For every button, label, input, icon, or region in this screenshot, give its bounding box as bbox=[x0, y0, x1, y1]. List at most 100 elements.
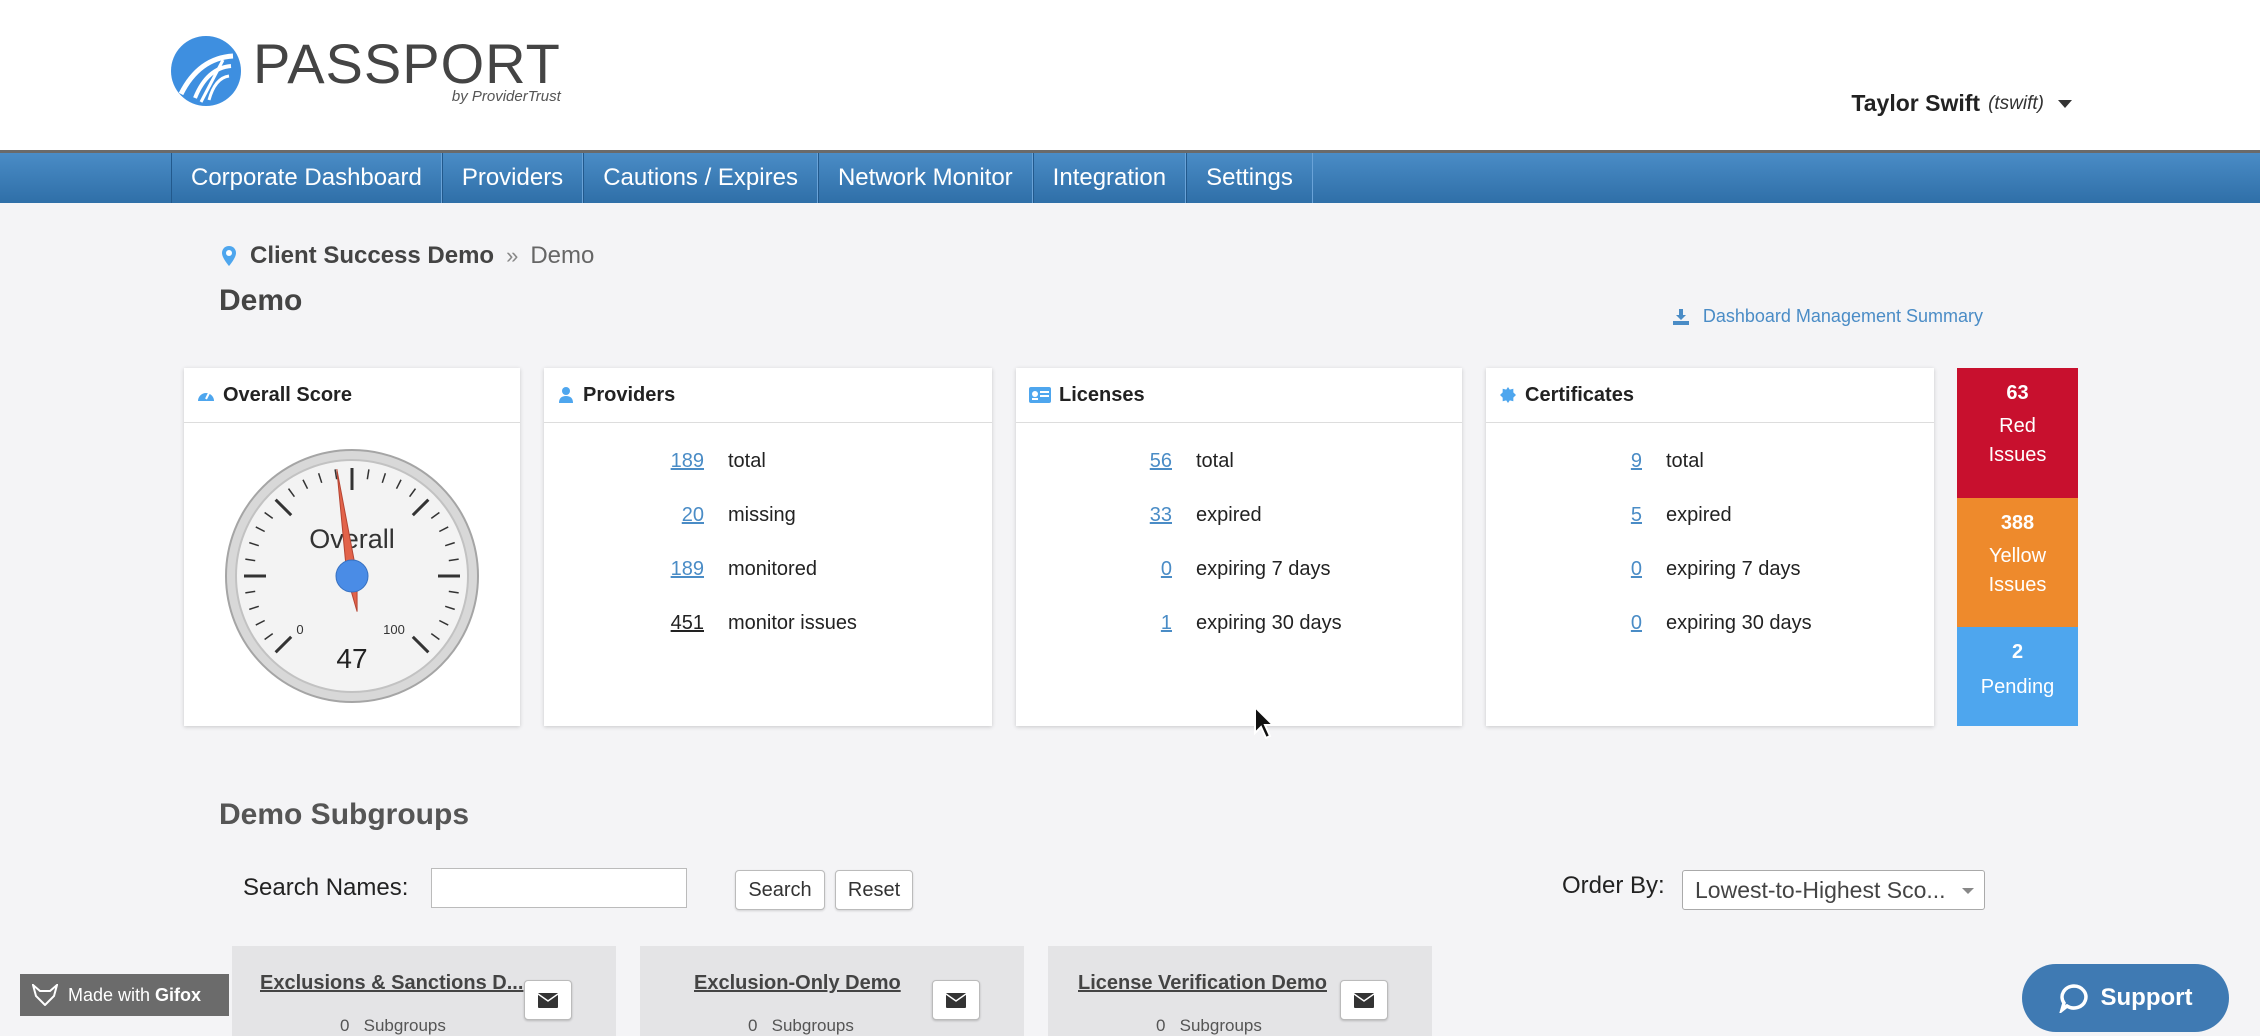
order-by-value: Lowest-to-Highest Sco... bbox=[1695, 877, 1946, 903]
email-button[interactable] bbox=[1340, 980, 1388, 1020]
support-label: Support bbox=[2100, 984, 2193, 1011]
red-issues-label-2: Issues bbox=[1988, 444, 2047, 466]
red-issues-count: 63 bbox=[2006, 382, 2029, 404]
subgroup-count: 0 Subgroups bbox=[1156, 1016, 1262, 1036]
passport-logo[interactable]: PASSPORT by ProviderTrust bbox=[171, 36, 561, 106]
red-issues-tile[interactable]: 63 Red Issues bbox=[1957, 368, 2078, 498]
overall-score-card: Overall Score Overall 0 100 47 bbox=[184, 368, 520, 726]
map-pin-icon bbox=[222, 246, 236, 266]
main-nav: Corporate Dashboard Providers Cautions /… bbox=[0, 150, 2260, 203]
brand-name: PASSPORT bbox=[253, 32, 561, 95]
user-name: Taylor Swift bbox=[1851, 90, 1981, 116]
dashboard-summary-link[interactable]: Dashboard Management Summary bbox=[1672, 306, 1983, 327]
certificates-expiring-30-label: expiring 30 days bbox=[1666, 612, 1812, 634]
providers-row-monitored: 189 monitored bbox=[640, 558, 817, 581]
overall-score-title: Overall Score bbox=[223, 383, 352, 406]
user-icon bbox=[559, 387, 573, 403]
page-title: Demo bbox=[219, 284, 303, 317]
certificates-row-expiring-7: 0 expiring 7 days bbox=[1596, 558, 1801, 581]
certificates-expiring-30-link[interactable]: 0 bbox=[1596, 612, 1642, 635]
breadcrumb-separator: » bbox=[506, 243, 519, 268]
pending-label: Pending bbox=[1980, 676, 2055, 698]
subgroup-count-label: Subgroups bbox=[1179, 1016, 1262, 1035]
dashboard-gauge-icon bbox=[198, 392, 214, 401]
providers-monitored-link[interactable]: 189 bbox=[640, 558, 704, 581]
certificates-title: Certificates bbox=[1525, 383, 1634, 406]
certificate-badge-icon bbox=[1500, 387, 1516, 403]
providers-total-link[interactable]: 189 bbox=[640, 450, 704, 473]
reset-button[interactable]: Reset bbox=[835, 870, 913, 910]
order-by-label: Order By: bbox=[1562, 872, 1665, 899]
providers-missing-label: missing bbox=[728, 504, 796, 526]
providers-title: Providers bbox=[583, 383, 676, 406]
subgroup-count-number: 0 bbox=[748, 1016, 758, 1035]
licenses-card: Licenses 56 total 33 expired 0 expiring … bbox=[1016, 368, 1462, 726]
id-card-icon bbox=[1029, 387, 1051, 403]
support-button[interactable]: Support bbox=[2022, 964, 2229, 1032]
licenses-expired-link[interactable]: 33 bbox=[1122, 504, 1172, 527]
licenses-expiring-7-label: expiring 7 days bbox=[1196, 558, 1331, 580]
subgroup-name-link[interactable]: Exclusion-Only Demo bbox=[694, 972, 901, 995]
yellow-issues-tile[interactable]: 388 Yellow Issues bbox=[1957, 498, 2078, 627]
certificates-total-link[interactable]: 9 bbox=[1596, 450, 1642, 473]
header: PASSPORT by ProviderTrust Taylor Swift (… bbox=[0, 0, 2260, 150]
email-button[interactable] bbox=[932, 980, 980, 1020]
providers-monitored-label: monitored bbox=[728, 558, 817, 580]
pending-tile[interactable]: 2 Pending bbox=[1957, 627, 2078, 726]
certificates-expired-label: expired bbox=[1666, 504, 1732, 526]
subgroup-count-number: 0 bbox=[1156, 1016, 1166, 1035]
nav-corporate-dashboard[interactable]: Corporate Dashboard bbox=[171, 153, 442, 203]
nav-cautions-expires[interactable]: Cautions / Expires bbox=[583, 153, 818, 203]
nav-integration[interactable]: Integration bbox=[1032, 153, 1187, 203]
licenses-expiring-30-link[interactable]: 1 bbox=[1122, 612, 1172, 635]
nav-settings[interactable]: Settings bbox=[1186, 153, 1313, 203]
download-icon bbox=[1672, 308, 1689, 325]
yellow-issues-label-2: Issues bbox=[1988, 574, 2047, 596]
chat-bubble-icon bbox=[2058, 984, 2088, 1013]
licenses-expiring-30-label: expiring 30 days bbox=[1196, 612, 1342, 634]
licenses-total-link[interactable]: 56 bbox=[1122, 450, 1172, 473]
gifox-watermark: Made with Gifox bbox=[20, 974, 229, 1016]
breadcrumb: Client Success Demo » Demo bbox=[222, 242, 594, 270]
search-button[interactable]: Search bbox=[735, 870, 825, 910]
licenses-title: Licenses bbox=[1059, 383, 1145, 406]
envelope-icon bbox=[946, 992, 966, 1008]
user-menu[interactable]: Taylor Swift (tswift) bbox=[1851, 90, 2072, 117]
certificates-expiring-7-label: expiring 7 days bbox=[1666, 558, 1801, 580]
licenses-row-total: 56 total bbox=[1122, 450, 1234, 473]
chevron-down-icon[interactable] bbox=[2058, 99, 2072, 108]
licenses-expiring-7-link[interactable]: 0 bbox=[1122, 558, 1172, 581]
fox-icon bbox=[32, 984, 58, 1006]
certificates-row-expired: 5 expired bbox=[1596, 504, 1732, 527]
licenses-row-expired: 33 expired bbox=[1122, 504, 1262, 527]
overall-score-gauge: Overall 0 100 47 bbox=[225, 449, 479, 703]
gauge-min-label: 0 bbox=[296, 622, 303, 637]
subgroup-count-label: Subgroups bbox=[363, 1016, 446, 1035]
certificates-row-expiring-30: 0 expiring 30 days bbox=[1596, 612, 1812, 635]
certificates-expiring-7-link[interactable]: 0 bbox=[1596, 558, 1642, 581]
nav-network-monitor[interactable]: Network Monitor bbox=[817, 153, 1033, 203]
subgroup-name-link[interactable]: Exclusions & Sanctions D... bbox=[260, 972, 523, 995]
red-issues-label-1: Red bbox=[1999, 415, 2036, 437]
subgroup-card[interactable]: Exclusion-Only Demo 0 Subgroups bbox=[640, 946, 1024, 1036]
dashboard-summary-label: Dashboard Management Summary bbox=[1702, 306, 1983, 326]
providers-missing-link[interactable]: 20 bbox=[640, 504, 704, 527]
providers-monitor-issues-label: monitor issues bbox=[728, 612, 857, 634]
subgroup-count-number: 0 bbox=[340, 1016, 350, 1035]
gifox-made-with: Made with bbox=[68, 984, 151, 1005]
order-by-select[interactable]: Lowest-to-Highest Sco... bbox=[1682, 870, 1985, 910]
nav-providers[interactable]: Providers bbox=[441, 153, 584, 203]
subgroup-name-link[interactable]: License Verification Demo bbox=[1078, 972, 1327, 995]
providers-row-monitor-issues: 451 monitor issues bbox=[640, 612, 857, 635]
certificates-expired-link[interactable]: 5 bbox=[1596, 504, 1642, 527]
licenses-expired-label: expired bbox=[1196, 504, 1262, 526]
subgroup-card[interactable]: Exclusions & Sanctions D... 0 Subgroups bbox=[232, 946, 616, 1036]
breadcrumb-root[interactable]: Client Success Demo bbox=[250, 242, 494, 270]
subgroup-card[interactable]: License Verification Demo 0 Subgroups bbox=[1048, 946, 1432, 1036]
providers-monitor-issues-link[interactable]: 451 bbox=[640, 612, 704, 635]
user-handle: (tswift) bbox=[1988, 92, 2044, 114]
search-names-input[interactable] bbox=[431, 868, 687, 908]
email-button[interactable] bbox=[524, 980, 572, 1020]
subgroups-title: Demo Subgroups bbox=[219, 798, 470, 831]
subgroup-count: 0 Subgroups bbox=[340, 1016, 446, 1036]
